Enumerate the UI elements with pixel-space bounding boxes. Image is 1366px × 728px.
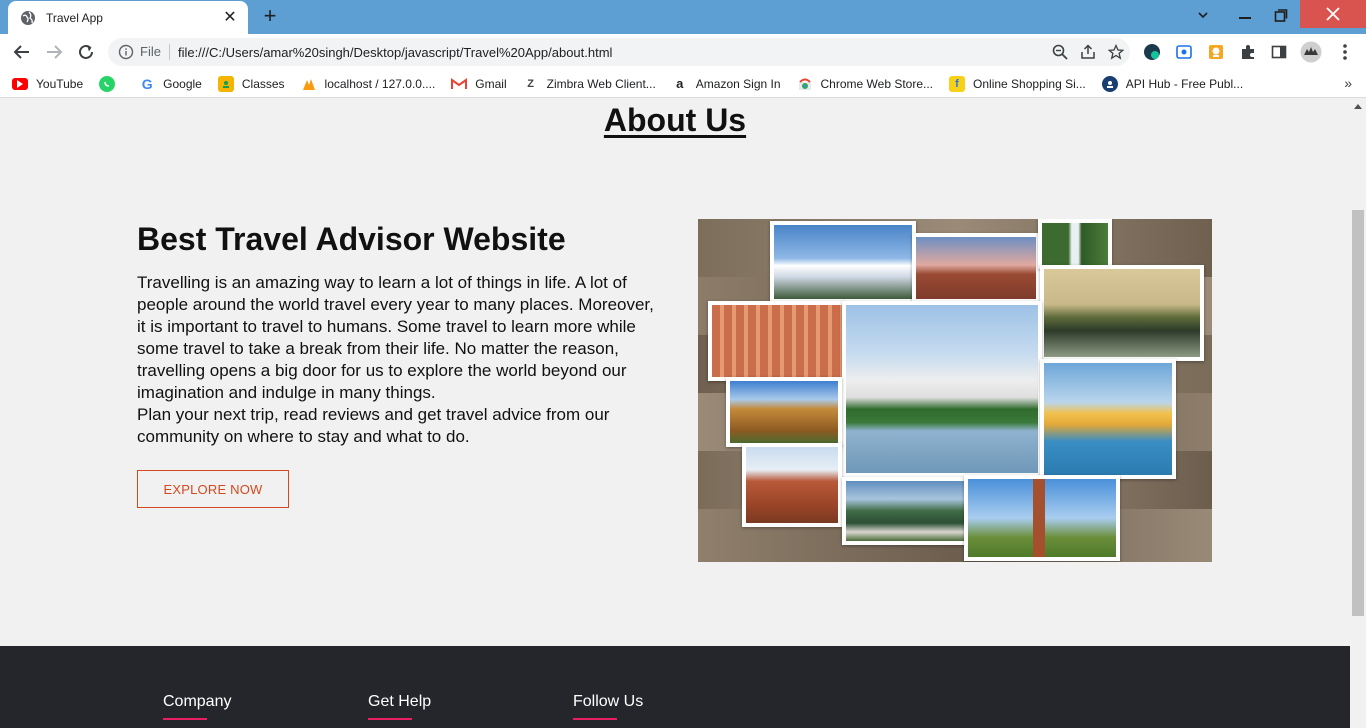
footer-heading-underline <box>368 718 412 720</box>
bookmark-chrome-web-store[interactable]: Chrome Web Store... <box>797 76 934 92</box>
footer-heading-underline <box>573 718 617 720</box>
page-scrollbar[interactable] <box>1350 98 1366 728</box>
hero-title: Best Travel Advisor Website <box>137 221 566 257</box>
bookmark-label: Gmail <box>475 76 507 91</box>
bookmark-label: Zimbra Web Client... <box>546 76 656 91</box>
bookmark-classes[interactable]: Classes <box>217 75 285 92</box>
scroll-up-arrow-icon[interactable] <box>1354 104 1362 109</box>
side-panel-icon[interactable] <box>1268 41 1290 63</box>
globe-icon <box>21 10 35 25</box>
gmail-icon <box>451 76 468 92</box>
arrow-left-icon <box>13 45 29 59</box>
amazon-icon: a <box>676 76 684 91</box>
classroom-icon <box>217 75 234 92</box>
scrollbar-thumb[interactable] <box>1352 210 1364 616</box>
zoom-icon[interactable] <box>1046 40 1074 64</box>
api-hub-icon <box>1101 75 1118 92</box>
bookmark-label: Chrome Web Store... <box>820 76 934 91</box>
footer-heading: Get Help <box>368 693 432 710</box>
restore-window-button[interactable] <box>1264 0 1298 30</box>
bookmark-label: Online Shopping Si... <box>973 76 1086 91</box>
hero-description: Travelling is an amazing way to learn a … <box>137 272 667 448</box>
chrome-webstore-icon <box>797 76 813 92</box>
bookmark-amazon[interactable]: a Amazon Sign In <box>672 76 781 92</box>
extensions-puzzle-icon[interactable] <box>1237 41 1259 63</box>
close-window-button[interactable] <box>1300 0 1366 28</box>
footer-heading-underline <box>163 718 207 720</box>
extension-grammar-icon[interactable] <box>1141 41 1163 63</box>
url-text[interactable]: file:///C:/Users/amar%20singh/Desktop/ja… <box>178 45 1046 60</box>
back-button[interactable] <box>10 40 34 64</box>
extension-badge-icon[interactable] <box>1205 41 1227 63</box>
bookmark-star-icon[interactable] <box>1102 40 1130 64</box>
tab-title: Travel App <box>46 10 103 25</box>
bookmark-online-shopping[interactable]: f Online Shopping Si... <box>949 75 1086 92</box>
travel-collage-image <box>698 219 1212 562</box>
bookmark-label: YouTube <box>36 76 84 91</box>
bookmarks-bar: YouTube G Google Classes localhost / 127… <box>0 70 1366 98</box>
info-icon[interactable] <box>118 44 134 60</box>
minimize-window-button[interactable] <box>1228 0 1262 30</box>
footer-column-company: Company <box>163 692 231 720</box>
footer-column-get-help: Get Help <box>368 692 431 720</box>
hero-paragraph: Travelling is an amazing way to learn a … <box>137 273 654 402</box>
new-tab-button[interactable]: + <box>258 5 282 28</box>
bookmark-label: localhost / 127.0.0.... <box>324 76 436 91</box>
close-tab-icon[interactable]: ✕ <box>222 9 238 26</box>
footer-column-follow-us: Follow Us <box>573 692 643 720</box>
bookmark-whatsapp[interactable] <box>99 75 123 92</box>
browser-toolbar: File file:///C:/Users/amar%20singh/Deskt… <box>0 34 1366 70</box>
share-icon[interactable] <box>1074 40 1102 64</box>
bookmark-gmail[interactable]: Gmail <box>451 76 507 92</box>
footer-heading: Follow Us <box>573 693 644 710</box>
bookmark-localhost[interactable]: localhost / 127.0.0.... <box>301 76 436 92</box>
tab-search-icon[interactable] <box>1190 0 1216 30</box>
more-bookmarks-icon[interactable]: » <box>1344 75 1352 91</box>
reload-icon <box>79 44 93 59</box>
zimbra-icon: Z <box>527 77 534 90</box>
bookmark-google[interactable]: G Google <box>139 76 202 92</box>
profile-avatar[interactable] <box>1300 41 1322 63</box>
phpmyadmin-icon <box>301 76 317 92</box>
bookmark-label: Classes <box>241 76 285 91</box>
explore-now-button[interactable]: EXPLORE NOW <box>137 470 289 508</box>
page-title: About Us <box>603 102 747 138</box>
site-footer: Company Get Help Follow Us <box>0 646 1350 728</box>
google-icon: G <box>141 75 153 92</box>
omnibox-scheme-label: File <box>140 44 170 60</box>
flipkart-icon: f <box>949 75 966 92</box>
reload-button[interactable] <box>74 40 98 64</box>
footer-heading: Company <box>163 693 232 710</box>
extension-screen-recorder-icon[interactable] <box>1173 41 1195 63</box>
bookmark-zimbra[interactable]: Z Zimbra Web Client... <box>523 76 656 92</box>
bookmark-label: Google <box>163 76 202 91</box>
browser-tab-active[interactable]: Travel App ✕ <box>8 1 248 34</box>
bookmark-label: API Hub - Free Publ... <box>1125 76 1244 91</box>
bookmark-label: Amazon Sign In <box>695 76 781 91</box>
bookmark-api-hub[interactable]: API Hub - Free Publ... <box>1101 75 1244 92</box>
browser-menu-icon[interactable] <box>1334 41 1356 63</box>
hero-paragraph: Plan your next trip, read reviews and ge… <box>137 405 610 446</box>
bookmark-youtube[interactable]: YouTube <box>12 77 83 91</box>
arrow-right-icon <box>47 45 63 59</box>
whatsapp-icon <box>99 75 116 92</box>
forward-button[interactable] <box>42 40 66 64</box>
address-bar[interactable]: File file:///C:/Users/amar%20singh/Deskt… <box>108 38 1130 66</box>
page-viewport: About Us Best Travel Advisor Website Tra… <box>0 98 1350 728</box>
youtube-icon <box>12 77 28 90</box>
browser-tab-strip: Travel App ✕ + <box>0 0 1366 34</box>
